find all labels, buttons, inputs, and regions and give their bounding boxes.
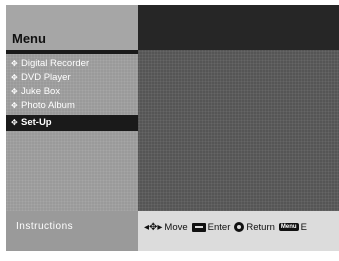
content-header (138, 5, 339, 50)
instruction-label: Instructions (16, 221, 74, 232)
content-area (138, 5, 339, 211)
menu-item-juke-box[interactable]: ✥ Juke Box (6, 85, 138, 99)
enter-key-icon (191, 222, 206, 232)
arrows-icon: ◂✥▸ (144, 221, 163, 233)
instruction-label-box: Instructions (6, 211, 138, 251)
instruction-row: ◂✥▸ Move Enter Return Menu E (144, 220, 311, 234)
instruction-bar: Instructions ◂✥▸ Move Enter Return Menu … (6, 211, 339, 261)
menu-title: Menu (12, 31, 46, 46)
menu-item-photo-album[interactable]: ✥ Photo Album (6, 99, 138, 113)
diamond-bullet-icon: ✥ (11, 87, 18, 96)
exit-label: E (300, 221, 307, 233)
menu-list: ✥ Digital Recorder ✥ DVD Player ✥ Juke Box … (6, 57, 138, 131)
move-label: Move (164, 221, 188, 233)
menu-item-label: Photo Album (21, 100, 75, 111)
menu-item-label: Set-Up (21, 117, 52, 128)
menu-item-label: DVD Player (21, 72, 71, 83)
menu-header: Menu (6, 5, 138, 50)
diamond-bullet-icon: ✥ (11, 59, 18, 68)
menu-item-set-up[interactable]: ✥ Set-Up (6, 115, 138, 131)
menu-item-dvd-player[interactable]: ✥ DVD Player (6, 71, 138, 85)
enter-label: Enter (207, 221, 231, 233)
menu-key-icon: Menu (278, 223, 299, 231)
menu-sidebar: Menu ✥ Digital Recorder ✥ DVD Player ✥ Juke… (6, 5, 138, 211)
menu-item-label: Digital Recorder (21, 58, 90, 69)
return-label: Return (246, 221, 275, 233)
diamond-bullet-icon: ✥ (11, 73, 18, 82)
diamond-bullet-icon: ✥ (11, 118, 18, 127)
menu-item-digital-recorder[interactable]: ✥ Digital Recorder (6, 57, 138, 71)
header-divider (6, 50, 138, 54)
instruction-content: ◂✥▸ Move Enter Return Menu E (138, 211, 339, 251)
diamond-bullet-icon: ✥ (11, 101, 18, 110)
menu-item-label: Juke Box (21, 86, 61, 97)
return-icon (234, 222, 245, 232)
osd-screen: Menu ✥ Digital Recorder ✥ DVD Player ✥ Juke… (6, 5, 339, 261)
